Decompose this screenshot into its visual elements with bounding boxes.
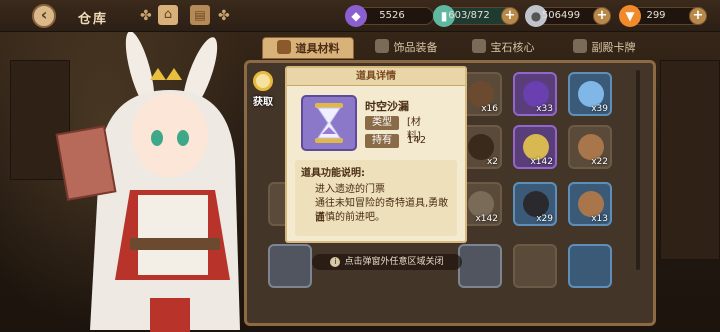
top-bar: ‹ 仓库 ✤ ⌂ ▤ ✤ ◆ 5526 ▮ 603/872 + ● 506499… [0,0,720,32]
description-line: 谨慎的前进吧。 [315,212,385,223]
inventory-slot[interactable]: x142 [513,125,557,169]
character-bunny-girl [55,31,240,332]
add-coin-button[interactable]: + [593,7,611,25]
popup-header: 道具详情 [287,68,465,86]
carrot-resource: ▼ 299 + [619,5,707,27]
inventory-scrollbar[interactable] [636,70,640,270]
description-title: 道具功能说明: [301,168,365,179]
gem-icon [471,39,486,53]
close-hint: i 点击弹窗外任意区域关闭 [312,254,462,270]
inventory-slot[interactable]: x39 [568,72,612,116]
inventory-slot[interactable] [268,244,312,288]
flask-icon [276,40,291,54]
inventory-slot[interactable]: x33 [513,72,557,116]
get-item-button[interactable]: 获取 [247,71,277,109]
inventory-slot[interactable]: x13 [568,182,612,226]
home-icon[interactable]: ⌂ [158,5,178,25]
tab-items-materials[interactable]: 道具材料 [262,37,354,59]
item-detail-popup: 道具详情 时空沙漏 类型 [材料] 持有 142 道具功能说明: 进入遗迹的门票… [285,66,467,243]
add-energy-button[interactable]: + [501,7,519,25]
book-icon[interactable]: ▤ [190,5,210,25]
coin-resource: ● 506499 + [525,5,611,27]
tab-gem-core[interactable]: 宝石核心 [460,37,546,59]
crystal-resource: ◆ 5526 [345,5,434,27]
add-carrot-button[interactable]: + [689,7,707,25]
back-button[interactable]: ‹ [32,4,56,28]
item-description: 道具功能说明: 进入遗迹的门票 通往未知冒险的奇特道具,勇敢面 谨慎的前进吧。 [295,160,457,236]
info-icon: i [330,257,341,267]
hourglass-icon [315,103,343,143]
inventory-slot[interactable]: x29 [513,182,557,226]
clover-decoration-icon: ✤ [218,8,230,24]
inventory-slot[interactable] [458,244,502,288]
magnifier-icon [253,71,273,91]
clover-decoration-icon: ✤ [140,8,152,24]
energy-resource: ▮ 603/872 + [433,5,519,27]
item-name: 时空沙漏 [365,100,409,113]
card-icon [572,39,587,53]
armor-icon [374,39,389,53]
inventory-slot[interactable] [568,244,612,288]
tab-cards[interactable]: 副殿卡牌 [560,37,648,59]
inventory-slot[interactable] [513,244,557,288]
item-icon-frame [301,95,357,151]
inventory-slot[interactable]: x22 [568,125,612,169]
description-line: 进入遗迹的门票 [315,184,385,195]
tab-accessories-equipment[interactable]: 饰品装备 [362,37,450,59]
